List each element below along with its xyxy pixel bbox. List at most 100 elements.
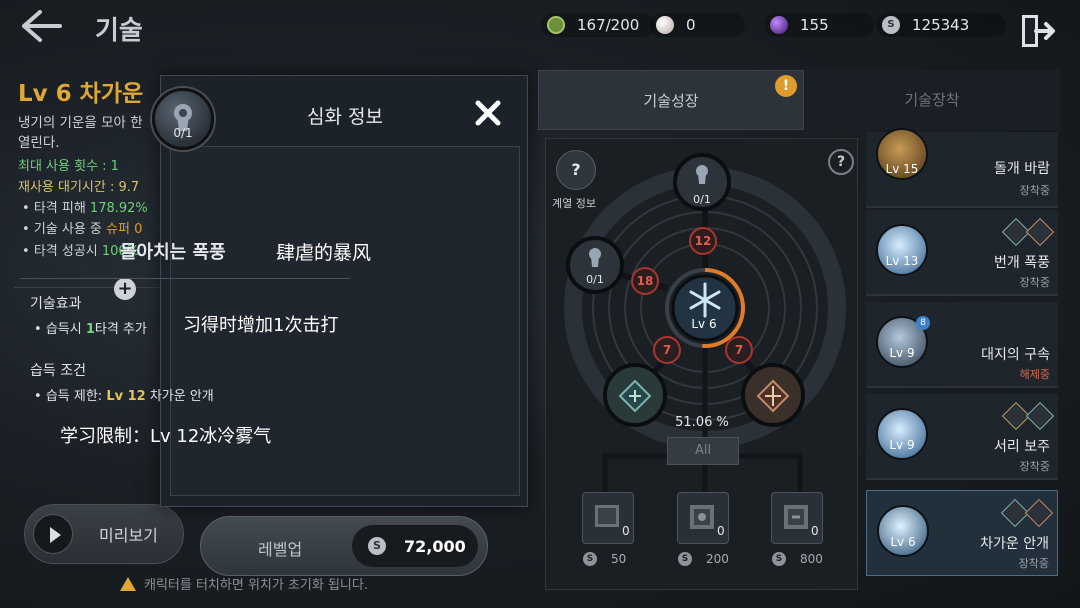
preview-button[interactable]: 미리보기 (24, 504, 184, 564)
keyhole-icon[interactable] (684, 157, 720, 193)
silver-coin-icon: S (678, 552, 692, 566)
pearl-value: 0 (686, 16, 696, 34)
cold-fog-skill-icon (877, 505, 929, 557)
skill-name: Lv 6 차가운 (18, 81, 144, 107)
page-title: 기술 (95, 16, 143, 46)
lineage-info-button[interactable]: ? (556, 150, 596, 190)
skill-item-lightning-storm[interactable]: Lv 13 번개 폭풍 장착중 (866, 210, 1058, 296)
silver-coin-icon: S (583, 552, 597, 566)
skill-name: 돌개 바람 (994, 161, 1050, 177)
skill-status: 장착중 (1019, 460, 1050, 473)
skill-name: 번개 폭풍 (994, 255, 1050, 271)
requirement-top: 12 (694, 234, 712, 248)
rune-icons (1001, 401, 1055, 431)
condition-suffix: 차가운 안개 (145, 389, 214, 404)
divider (20, 278, 350, 279)
skill-name: 차가운 안개 (980, 536, 1049, 552)
material-count-2: 0 (717, 524, 725, 538)
reset-hint: 캐릭터를 터치하면 위치가 초기화 됩니다. (120, 574, 368, 593)
material-cost-1: S 50 (583, 552, 626, 566)
silver-coin-icon: S (882, 16, 900, 34)
effect-prefix: 습득시 (45, 322, 86, 337)
effect-title: 기술효과 (30, 296, 82, 312)
hint-text: 캐릭터를 터치하면 위치가 초기화 됩니다. (144, 578, 368, 593)
skill-level: Lv 9 (889, 438, 915, 452)
preview-label: 미리보기 (99, 526, 158, 545)
lineage-info-label: 계열 정보 (552, 197, 596, 210)
condition-translation: 学习限制：Lv 12冰冷雾气 (60, 426, 272, 447)
exit-button[interactable] (1018, 12, 1058, 50)
skill-status: 장착중 (1019, 184, 1050, 197)
tab-skill-equip[interactable]: 기술장착 (804, 70, 1060, 130)
cooldown: 재사용 대기시간 : 9.7 (18, 180, 140, 195)
effect-translation: 习得时增加1次击打 (183, 315, 339, 336)
requirement-bottom-right: 7 (734, 343, 744, 357)
exit-door-icon (1022, 15, 1055, 47)
cost-value: 72,000 (404, 536, 466, 556)
cost-value: 200 (706, 552, 729, 566)
condition-prefix: 습득 제한: (45, 389, 107, 404)
silver-coin-icon: S (368, 537, 386, 555)
skill-item-cold-fog[interactable]: Lv 6 차가운 안개 장착중 (866, 490, 1058, 576)
resource-pearl: 0 (650, 13, 745, 37)
skill-item-gust[interactable]: Lv 15 돌개 바람 장착중 (866, 128, 1058, 208)
skill-level: Lv 15 (885, 162, 919, 176)
skill-desc-line2: 열린다. (18, 135, 60, 151)
gem-value: 155 (800, 16, 829, 34)
rank-badge: 8 (916, 316, 930, 330)
level-up-label: 레벨업 (258, 540, 303, 559)
material-cost-2: S 200 (678, 552, 729, 566)
skill-level: Lv 6 (890, 535, 916, 549)
divider (14, 287, 160, 288)
stat-hit-damage: • 타격 피해 178.92% (22, 201, 148, 216)
silver-coin-icon: S (772, 552, 786, 566)
keyhole-icon[interactable] (577, 240, 613, 276)
stat-label: 기술 사용 중 (33, 222, 107, 237)
silver-value: 125343 (912, 16, 970, 34)
left-node-count: 0/1 (586, 273, 604, 286)
lightning-skill-icon (876, 224, 928, 276)
orange-diamond-node[interactable] (755, 378, 791, 414)
orange-rune-icon (1024, 498, 1054, 528)
skill-name: 서리 보주 (994, 439, 1050, 455)
node-count: 0/1 (173, 126, 193, 140)
rune-icons (1001, 217, 1055, 247)
green-diamond-node[interactable] (617, 378, 653, 414)
stat-value: 슈퍼 0 (106, 222, 143, 237)
storm-node-icon (152, 88, 214, 150)
skill-name: 대지의 구속 (981, 347, 1050, 363)
stat-super-armor: • 기술 사용 중 슈퍼 0 (22, 222, 143, 237)
max-use-count: 최대 사용 횟수 : 1 (18, 159, 119, 174)
skill-description: 냉기의 기운을 모아 한 열린다. (18, 113, 158, 153)
resource-silver: S 125343 (876, 13, 1006, 37)
close-button[interactable] (471, 96, 505, 130)
cost-value: 50 (611, 552, 627, 566)
stat-label: 타격 피해 (33, 201, 90, 216)
energy-value: 167/200 (577, 16, 640, 34)
material-cost-3: S 800 (772, 552, 823, 566)
skill-level: Lv 13 (885, 254, 919, 268)
orange-rune-icon (1025, 217, 1055, 247)
skill-desc-line1: 냉기의 기운을 모아 한 (18, 115, 143, 131)
help-button[interactable]: ? (828, 149, 854, 175)
snowflake-icon (689, 282, 721, 318)
skill-item-frost-orb[interactable]: Lv 9 서리 보주 장착중 (866, 394, 1058, 480)
snowflake-node[interactable] (685, 280, 725, 320)
material-count-3: 0 (811, 524, 819, 538)
alert-badge: ! (775, 75, 797, 97)
stat-label: 타격 성공시 (33, 244, 102, 259)
pearl-icon (656, 16, 674, 34)
tab-skill-growth[interactable]: 기술성장 (538, 70, 804, 130)
back-button[interactable] (18, 6, 66, 46)
requirement-left: 18 (636, 274, 654, 288)
play-icon (33, 514, 73, 554)
all-button[interactable]: All (667, 437, 739, 465)
arrow-left-icon (22, 10, 62, 42)
effect-suffix: 타격 추가 (94, 322, 147, 337)
progress-percent: 51.06 % (675, 415, 729, 430)
condition-item: • 습득 제한: Lv 12 차가운 안개 (34, 389, 214, 404)
skill-item-earth-bind[interactable]: 8 Lv 9 대지의 구속 해제중 (866, 302, 1058, 388)
expand-plus-button[interactable]: + (114, 278, 136, 300)
resource-energy: 167/200 (541, 13, 655, 37)
effect-item: • 습득시 1타격 추가 (34, 322, 147, 337)
